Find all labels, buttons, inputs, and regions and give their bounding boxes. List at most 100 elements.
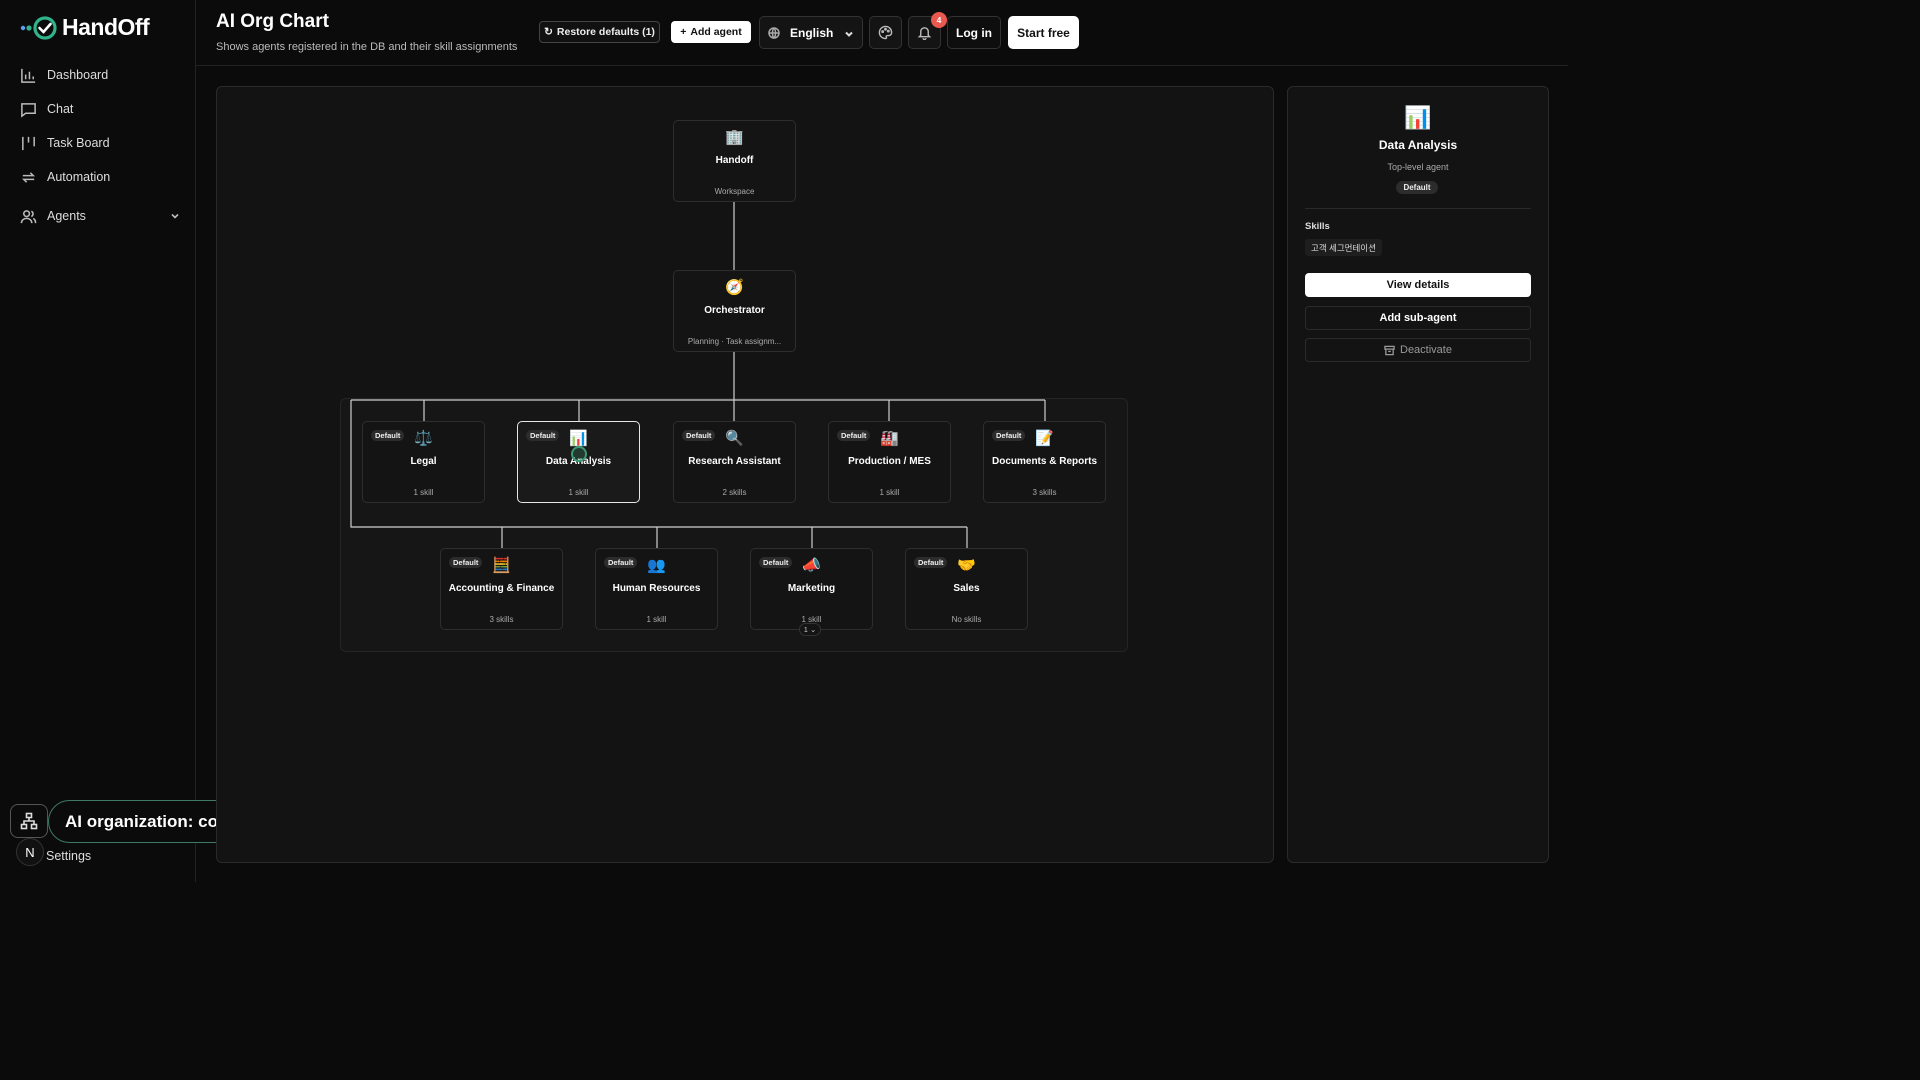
restore-defaults-label: Restore defaults (1) — [556, 26, 655, 38]
sidebar-item-label: Dashboard — [47, 68, 109, 82]
default-badge: Default — [1396, 181, 1438, 194]
node-name: Accounting & Finance — [448, 583, 555, 594]
language-select[interactable]: English — [759, 16, 863, 49]
people-icon: 👥 — [647, 557, 666, 574]
node-skill-count: No skills — [951, 615, 982, 624]
page-subtitle: Shows agents registered in the DB and th… — [216, 41, 518, 53]
node-skill-count: 1 skill — [413, 488, 434, 497]
node-subtitle: Planning · Task assignm... — [687, 337, 782, 346]
sidebar-item-dashboard[interactable]: Dashboard — [18, 58, 180, 92]
org-chart-toggle-button[interactable] — [10, 804, 48, 838]
org-node-workspace[interactable]: 🏢 Handoff Workspace — [673, 120, 796, 202]
repeat-icon — [21, 171, 36, 183]
org-node-data-analysis[interactable]: Default 📊 Data Analysis 1 skill — [517, 421, 640, 503]
org-node-production-mes[interactable]: Default 🏭 Production / MES 1 skill — [828, 421, 951, 503]
org-node-legal[interactable]: Default ⚖️ Legal 1 skill — [362, 421, 485, 503]
skills-heading: Skills — [1305, 221, 1330, 232]
agent-detail-panel: 📊 Data Analysis Top-level agent Default … — [1287, 86, 1549, 863]
node-name: Handoff — [715, 155, 754, 166]
start-free-button[interactable]: Start free — [1008, 16, 1079, 49]
org-node-human-resources[interactable]: Default 👥 Human Resources 1 skill — [595, 548, 718, 630]
expand-children-button[interactable]: 1 ⌄ — [799, 623, 821, 636]
add-sub-agent-button[interactable]: Add sub-agent — [1305, 306, 1531, 330]
archive-icon — [1384, 345, 1395, 355]
sidebar-item-settings[interactable]: Settings — [46, 849, 91, 863]
node-skill-count: 3 skills — [1032, 488, 1057, 497]
globe-icon — [768, 26, 780, 39]
sidebar-item-automation[interactable]: Automation — [18, 160, 180, 194]
node-skill-count: 3 skills — [489, 615, 514, 624]
handoff-logo-icon — [20, 15, 57, 40]
megaphone-icon: 📣 — [802, 557, 821, 574]
view-details-button[interactable]: View details — [1305, 273, 1531, 297]
click-indicator — [571, 446, 587, 462]
scales-icon: ⚖️ — [414, 430, 433, 447]
building-icon: 🏢 — [725, 129, 744, 146]
sidebar-item-label: Chat — [47, 102, 74, 116]
node-name: Documents & Reports — [991, 456, 1097, 467]
chevron-down-icon[interactable] — [170, 211, 180, 221]
bar-chart-icon: 📊 — [1404, 105, 1432, 130]
sidebar-nav: Dashboard Chat Task Board Automation Age… — [18, 58, 180, 233]
node-name: Legal — [410, 456, 437, 467]
sidebar-item-chat[interactable]: Chat — [18, 92, 180, 126]
page-header: AI Org Chart Shows agents registered in … — [196, 0, 1568, 66]
org-chart-canvas[interactable]: 🏢 Handoff Workspace 🧭 Orchestrator Plann… — [216, 86, 1274, 863]
skill-chip[interactable]: 고객 세그먼테이션 — [1305, 239, 1382, 256]
sidebar: HandOff Dashboard Chat Task Board Automa… — [0, 0, 196, 882]
sidebar-item-label: Automation — [47, 170, 111, 184]
language-value: English — [790, 25, 834, 40]
org-node-marketing[interactable]: Default 📣 Marketing 1 skill — [750, 548, 873, 630]
node-name: Sales — [953, 583, 980, 594]
sidebar-item-task-board[interactable]: Task Board — [18, 126, 180, 160]
logo-text: HandOff — [62, 14, 150, 40]
palette-icon — [878, 25, 893, 40]
node-skill-count: 1 skill — [879, 488, 900, 497]
handshake-icon: 🤝 — [957, 557, 976, 574]
page-title: AI Org Chart — [216, 11, 329, 32]
plus-icon: + — [680, 26, 687, 38]
node-skill-count: 1 skill — [568, 488, 589, 497]
avatar[interactable]: N — [16, 838, 44, 866]
sidebar-item-label: Task Board — [47, 136, 110, 150]
deactivate-button[interactable]: Deactivate — [1305, 338, 1531, 362]
memo-icon: 📝 — [1035, 430, 1054, 447]
chevron-down-icon — [845, 31, 853, 37]
bell-icon — [917, 27, 932, 40]
bar-chart-icon — [21, 68, 36, 83]
org-node-research-assistant[interactable]: Default 🔍 Research Assistant 2 skills — [673, 421, 796, 503]
node-skill-count: 1 skill — [646, 615, 667, 624]
node-name: Production / MES — [848, 456, 931, 467]
node-name: Human Resources — [612, 583, 701, 594]
node-name: Marketing — [787, 583, 836, 594]
notifications-button[interactable]: 4 — [908, 12, 947, 49]
add-agent-button[interactable]: + Add agent — [671, 21, 751, 43]
org-node-documents-reports[interactable]: Default 📝 Documents & Reports 3 skills — [983, 421, 1106, 503]
sidebar-item-agents[interactable]: Agents — [18, 199, 180, 233]
org-node-accounting-finance[interactable]: Default 🧮 Accounting & Finance 3 skills — [440, 548, 563, 630]
node-name: Orchestrator — [704, 305, 765, 316]
sidebar-item-label: Agents — [47, 209, 86, 223]
divider — [1305, 208, 1531, 209]
restore-icon: ↻ — [544, 26, 553, 38]
node-skill-count: 2 skills — [722, 488, 747, 497]
node-name: Research Assistant — [688, 456, 781, 467]
login-button[interactable]: Log in — [947, 16, 1001, 49]
agent-name: Data Analysis — [1378, 138, 1458, 152]
agent-level: Top-level agent — [1387, 162, 1449, 172]
kanban-icon — [22, 136, 35, 150]
deactivate-label: Deactivate — [1400, 344, 1452, 356]
theme-button[interactable] — [869, 16, 902, 49]
abacus-icon: 🧮 — [492, 557, 511, 574]
factory-icon: 🏭 — [880, 430, 899, 447]
compass-icon: 🧭 — [725, 279, 744, 296]
notification-badge: 4 — [931, 12, 947, 28]
restore-defaults-button[interactable]: ↻ Restore defaults (1) — [539, 21, 660, 43]
org-node-orchestrator[interactable]: 🧭 Orchestrator Planning · Task assignm..… — [673, 270, 796, 352]
message-icon — [21, 102, 36, 118]
logo[interactable]: HandOff — [20, 14, 150, 41]
org-node-sales[interactable]: Default 🤝 Sales No skills — [905, 548, 1028, 630]
users-icon — [20, 209, 37, 223]
org-chart-icon — [20, 812, 38, 830]
node-subtitle: Workspace — [714, 187, 755, 196]
